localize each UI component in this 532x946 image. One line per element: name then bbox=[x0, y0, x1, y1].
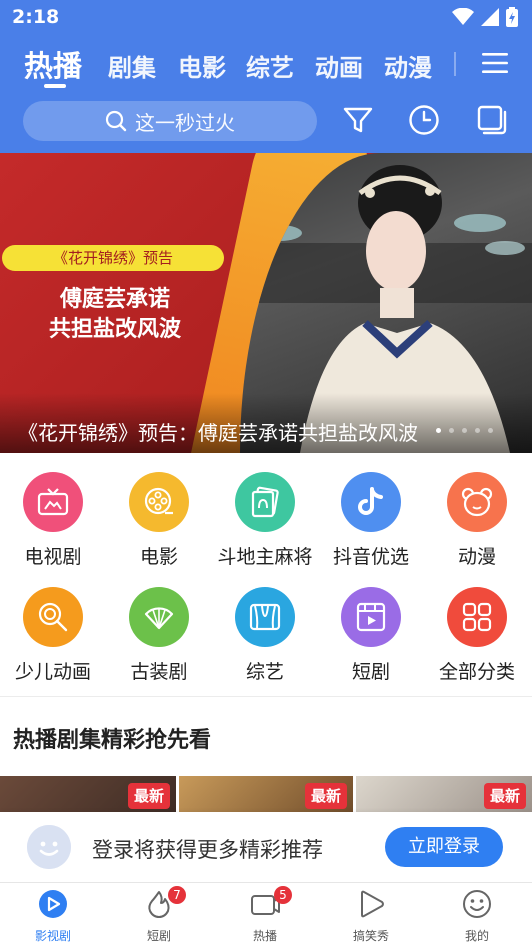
new-badge: 最新 bbox=[127, 783, 170, 809]
lollipop-icon bbox=[23, 587, 83, 647]
nav-item-short[interactable]: 7 短剧 bbox=[106, 883, 212, 946]
banner-headline: 傅庭芸承诺 共担盐改风波 bbox=[0, 285, 230, 345]
category-douyin[interactable]: 抖音优选 bbox=[318, 465, 424, 575]
category-short-drama[interactable]: 短剧 bbox=[318, 580, 424, 690]
battery-icon bbox=[506, 7, 518, 27]
play-circle-icon bbox=[39, 890, 67, 918]
nav-badge: 7 bbox=[168, 886, 186, 904]
carousel-dot bbox=[449, 428, 454, 433]
fan-icon bbox=[129, 587, 189, 647]
category-label: 古装剧 bbox=[130, 661, 188, 683]
category-grid: 电视剧 电影 斗地主麻将 抖音优选 动漫 少儿动画 古装剧 综艺 短剧 全部分类 bbox=[0, 465, 532, 695]
tab-divider bbox=[454, 52, 456, 76]
tab-hot[interactable]: 热播 bbox=[24, 43, 82, 85]
search-bar[interactable]: 这一秒过火 bbox=[23, 101, 317, 141]
tiktok-icon bbox=[341, 472, 401, 532]
category-tv[interactable]: 电视剧 bbox=[0, 465, 106, 575]
tv-icon bbox=[23, 472, 83, 532]
cards-icon bbox=[235, 472, 295, 532]
nav-item-dramas[interactable]: 影视剧 bbox=[0, 883, 106, 946]
tab-movies[interactable]: 电影 bbox=[178, 48, 226, 83]
carousel-dot bbox=[475, 428, 480, 433]
menu-icon[interactable] bbox=[480, 50, 510, 76]
wifi-icon bbox=[452, 8, 474, 25]
status-icons bbox=[452, 6, 518, 28]
nav-label: 我的 bbox=[464, 929, 489, 943]
video-thumbnail[interactable]: 最新 bbox=[179, 776, 353, 816]
category-tabs: 热播 剧集 电影 综艺 动画 动漫 bbox=[0, 40, 532, 92]
category-variety[interactable]: 综艺 bbox=[212, 580, 318, 690]
signal-icon bbox=[481, 8, 499, 26]
carousel-dot bbox=[462, 428, 467, 433]
carousel-dots bbox=[436, 428, 493, 433]
play-window-icon bbox=[341, 587, 401, 647]
square-icon[interactable] bbox=[476, 104, 508, 136]
bottom-nav: 影视剧 7 短剧 5 热播 搞笑秀 我的 bbox=[0, 882, 532, 946]
header: 2:18 热播 剧集 电影 综艺 动画 动漫 这一秒过火 bbox=[0, 0, 532, 153]
status-bar: 2:18 bbox=[0, 0, 532, 36]
video-thumbnail[interactable]: 最新 bbox=[0, 776, 176, 816]
carousel-dot bbox=[488, 428, 493, 433]
filter-icon[interactable] bbox=[342, 104, 374, 136]
category-label: 全部分类 bbox=[438, 661, 515, 683]
search-icon bbox=[105, 110, 127, 132]
promo-banner[interactable]: 《花开锦绣》预告 傅庭芸承诺 共担盐改风波 《花开锦绣》预告：傅庭芸承诺共担盐改… bbox=[0, 153, 532, 453]
banner-headline-line2: 共担盐改风波 bbox=[48, 317, 181, 342]
category-kids[interactable]: 少儿动画 bbox=[0, 580, 106, 690]
curtain-icon bbox=[235, 587, 295, 647]
carousel-dot-active bbox=[436, 428, 441, 433]
tab-series[interactable]: 剧集 bbox=[108, 48, 156, 83]
search-placeholder: 这一秒过火 bbox=[135, 110, 235, 135]
play-outline-icon bbox=[361, 890, 384, 918]
status-time: 2:18 bbox=[12, 6, 60, 28]
nav-label: 影视剧 bbox=[34, 929, 71, 943]
avatar bbox=[27, 825, 71, 869]
nav-label: 搞笑秀 bbox=[352, 929, 389, 943]
new-badge: 最新 bbox=[304, 783, 347, 809]
category-movie[interactable]: 电影 bbox=[106, 465, 212, 575]
history-icon[interactable] bbox=[408, 104, 440, 136]
tab-anime[interactable]: 动漫 bbox=[384, 48, 432, 83]
category-label: 少儿动画 bbox=[14, 661, 91, 683]
tab-fade bbox=[434, 40, 464, 92]
category-costume[interactable]: 古装剧 bbox=[106, 580, 212, 690]
nav-label: 短剧 bbox=[146, 929, 171, 943]
film-reel-icon bbox=[129, 472, 189, 532]
category-label: 短剧 bbox=[351, 661, 390, 683]
banner-tag: 《花开锦绣》预告 bbox=[2, 245, 224, 271]
category-cards[interactable]: 斗地主麻将 bbox=[212, 465, 318, 575]
category-label: 抖音优选 bbox=[332, 546, 409, 568]
category-anime[interactable]: 动漫 bbox=[424, 465, 530, 575]
app-screen: 2:18 热播 剧集 电影 综艺 动画 动漫 这一秒过火 《花开锦绣》预告 傅庭… bbox=[0, 0, 532, 946]
login-prompt: 登录将获得更多精彩推荐 立即登录 bbox=[0, 812, 532, 882]
tab-animation[interactable]: 动画 bbox=[315, 48, 363, 83]
banner-headline-line1: 傅庭芸承诺 bbox=[59, 287, 170, 312]
nav-item-hot[interactable]: 5 热播 bbox=[212, 883, 318, 946]
divider bbox=[0, 696, 532, 697]
smiley-icon bbox=[463, 890, 491, 918]
tab-variety[interactable]: 综艺 bbox=[246, 48, 294, 83]
tab-active-indicator bbox=[44, 84, 66, 88]
nav-item-funny[interactable]: 搞笑秀 bbox=[318, 883, 424, 946]
category-all[interactable]: 全部分类 bbox=[424, 580, 530, 690]
smiley-avatar-icon bbox=[27, 825, 71, 869]
login-button[interactable]: 立即登录 bbox=[385, 827, 503, 867]
category-label: 电视剧 bbox=[24, 546, 82, 568]
section-title: 热播剧集精彩抢先看 bbox=[13, 728, 212, 753]
grid-icon bbox=[447, 587, 507, 647]
category-label: 斗地主麻将 bbox=[217, 546, 313, 568]
category-label: 电影 bbox=[139, 546, 178, 568]
thumbnail-row: 最新 最新 最新 bbox=[0, 776, 532, 816]
login-prompt-text: 登录将获得更多精彩推荐 bbox=[92, 838, 323, 862]
category-label: 综艺 bbox=[245, 661, 284, 683]
nav-label: 热播 bbox=[252, 929, 277, 943]
banner-caption: 《花开锦绣》预告：傅庭芸承诺共担盐改风波 bbox=[18, 421, 418, 445]
video-thumbnail[interactable]: 最新 bbox=[356, 776, 532, 816]
nav-item-mine[interactable]: 我的 bbox=[424, 883, 530, 946]
nav-badge: 5 bbox=[274, 886, 292, 904]
bear-icon bbox=[447, 472, 507, 532]
category-label: 动漫 bbox=[457, 546, 496, 568]
new-badge: 最新 bbox=[483, 783, 526, 809]
